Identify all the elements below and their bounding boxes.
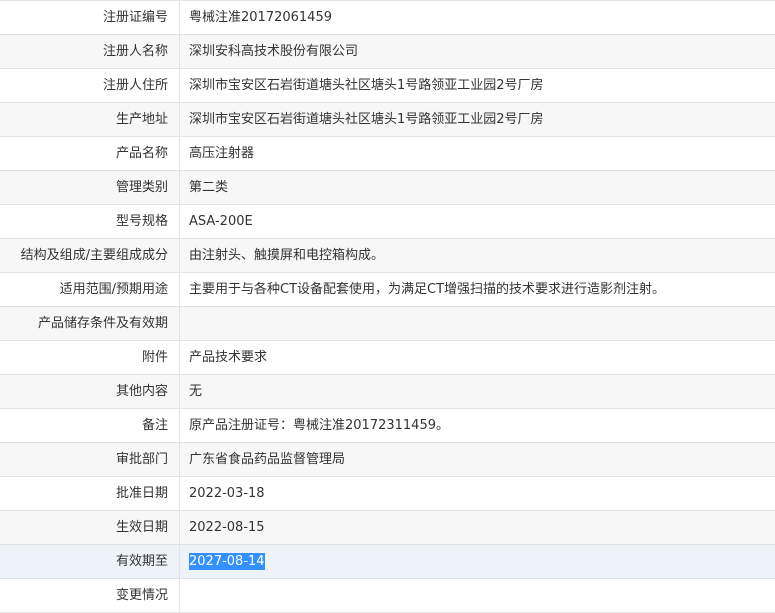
row-value: 原产品注册证号：粤械注准20172311459。 [189,418,449,433]
row-value: 粤械注准20172061459 [189,10,332,25]
row-label: 生效日期 [0,511,180,544]
row-label: 其他内容 [0,375,180,408]
row-label: 注册证编号 [0,1,180,34]
row-management-category: 管理类别 第二类 [0,171,775,205]
row-registrant-name: 注册人名称 深圳安科高技术股份有限公司 [0,35,775,69]
row-label: 型号规格 [0,205,180,238]
row-value: 2022-08-15 [189,520,265,535]
row-model-spec: 型号规格 ASA-200E [0,205,775,239]
row-value: 深圳市宝安区石岩街道塘头社区塘头1号路领亚工业园2号厂房 [189,78,544,93]
row-label: 附件 [0,341,180,374]
row-value [180,307,775,340]
row-intended-use: 适用范围/预期用途 主要用于与各种CT设备配套使用，为满足CT增强扫描的技术要求… [0,273,775,307]
row-label: 有效期至 [0,545,180,578]
row-label: 注册人名称 [0,35,180,68]
row-value: 高压注射器 [189,146,255,161]
row-approval-date: 批准日期 2022-03-18 [0,477,775,511]
row-label: 管理类别 [0,171,180,204]
row-structure-composition: 结构及组成/主要组成成分 由注射头、触摸屏和电控箱构成。 [0,239,775,273]
row-attachments: 附件 产品技术要求 [0,341,775,375]
row-value: ASA-200E [189,214,253,229]
row-label: 适用范围/预期用途 [0,273,180,306]
row-value: 第二类 [189,180,229,195]
row-change-status: 变更情况 [0,579,775,613]
row-label: 产品储存条件及有效期 [0,307,180,340]
row-approval-department: 审批部门 广东省食品药品监督管理局 [0,443,775,477]
row-value: 主要用于与各种CT设备配套使用，为满足CT增强扫描的技术要求进行造影剂注射。 [189,282,666,297]
row-label: 产品名称 [0,137,180,170]
row-registrant-address: 注册人住所 深圳市宝安区石岩街道塘头社区塘头1号路领亚工业园2号厂房 [0,69,775,103]
selected-text[interactable]: 2027-08-14 [189,553,265,570]
row-value: 2022-03-18 [189,486,265,501]
row-value: 无 [189,384,203,399]
row-production-address: 生产地址 深圳市宝安区石岩街道塘头社区塘头1号路领亚工业园2号厂房 [0,103,775,137]
row-remarks: 备注 原产品注册证号：粤械注准20172311459。 [0,409,775,443]
row-product-name: 产品名称 高压注射器 [0,137,775,171]
row-storage-validity: 产品储存条件及有效期 [0,307,775,341]
row-effective-date: 生效日期 2022-08-15 [0,511,775,545]
row-valid-until: 有效期至 2027-08-14 [0,545,775,579]
row-value: 深圳安科高技术股份有限公司 [189,44,359,59]
row-label: 注册人住所 [0,69,180,102]
row-label: 批准日期 [0,477,180,510]
row-value [180,579,775,612]
row-label: 备注 [0,409,180,442]
row-label: 结构及组成/主要组成成分 [0,239,180,272]
row-value: 广东省食品药品监督管理局 [189,452,346,467]
row-value: 由注射头、触摸屏和电控箱构成。 [189,248,385,263]
row-label: 变更情况 [0,579,180,612]
registration-info-table: 注册证编号 粤械注准20172061459 注册人名称 深圳安科高技术股份有限公… [0,0,775,613]
row-value: 深圳市宝安区石岩街道塘头社区塘头1号路领亚工业园2号厂房 [189,112,544,127]
row-other-content: 其他内容 无 [0,375,775,409]
row-value: 产品技术要求 [189,350,268,365]
row-value[interactable]: 2027-08-14 [180,545,775,578]
row-label: 生产地址 [0,103,180,136]
row-label: 审批部门 [0,443,180,476]
row-registration-number: 注册证编号 粤械注准20172061459 [0,1,775,35]
